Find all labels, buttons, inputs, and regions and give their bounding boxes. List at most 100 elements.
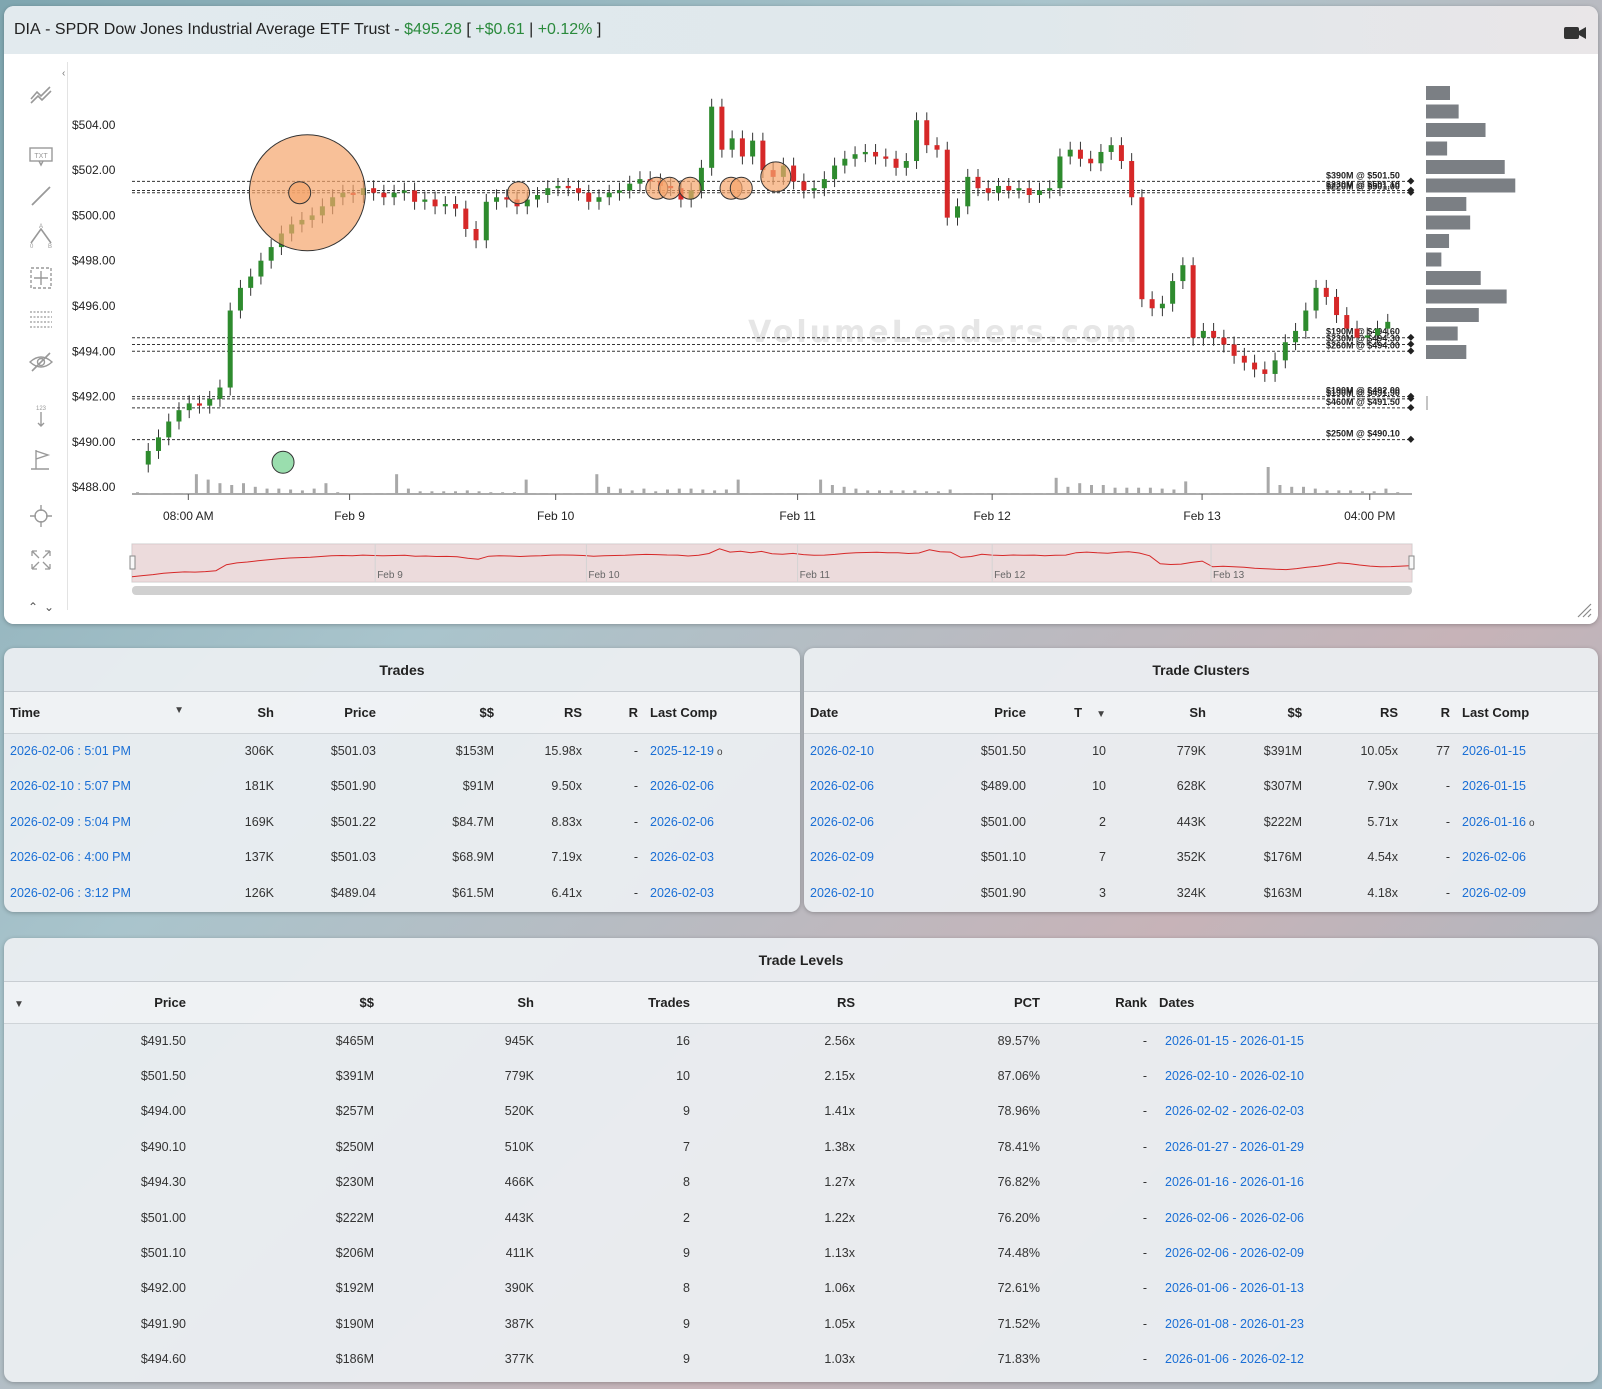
trade-time-link[interactable]: 2026-02-06 : 5:01 PM	[10, 744, 131, 758]
price-cell: $501.90	[330, 779, 376, 794]
cluster-date-link[interactable]: 2026-02-06	[810, 815, 874, 829]
fullscreen-icon[interactable]	[27, 546, 55, 574]
col-dollars[interactable]: $$	[192, 982, 380, 1023]
col-time[interactable]: Time ▼	[4, 692, 190, 733]
table-row[interactable]: $501.10 $206M 411K 9 1.13x 74.48% - 2026-02-06 …	[4, 1235, 1598, 1270]
table-row[interactable]: 2026-02-10 $501.90 3 324K $163M 4.18x -2026-02…	[804, 875, 1598, 911]
last-comp-link[interactable]: 2026-01-15	[1462, 779, 1526, 793]
dates-range-link[interactable]: 2026-02-10 - 2026-02-10	[1165, 1069, 1304, 1083]
table-row[interactable]: 2026-02-10 $501.50 10 779K $391M 10.05x 77 2026…	[804, 733, 1598, 769]
cluster-date-link[interactable]: 2026-02-10	[810, 744, 874, 758]
table-row[interactable]: $501.00 $222M 443K 2 1.22x 76.20% - 2026-02-06 …	[4, 1200, 1598, 1235]
trade-time-link[interactable]: 2026-02-09 : 5:04 PM	[10, 815, 131, 829]
dates-range-link[interactable]: 2026-01-08 - 2026-01-23	[1165, 1317, 1304, 1331]
col-trades[interactable]: Trades	[540, 982, 696, 1023]
line-draw-icon[interactable]	[27, 182, 55, 210]
dates-range-link[interactable]: 2026-02-02 - 2026-02-03	[1165, 1104, 1304, 1118]
col-t[interactable]: T ▼	[1032, 692, 1112, 733]
col-rs[interactable]: RS	[500, 692, 588, 733]
sort-desc-icon[interactable]: ▼	[4, 982, 34, 1023]
rs-cell: 1.13x	[824, 1246, 855, 1261]
dates-range-link[interactable]: 2026-02-06 - 2026-02-06	[1165, 1211, 1304, 1225]
table-row[interactable]: $501.50 $391M 779K 10 2.15x 87.06% - 2026-02-10…	[4, 1058, 1598, 1093]
table-row[interactable]: $494.60 $186M 377K 9 1.03x 71.83% - 2026-01-06 …	[4, 1342, 1598, 1377]
table-row[interactable]: 2026-02-10 : 5:07 PM 181K $501.90 $91M 9.50x…	[4, 769, 800, 805]
table-row[interactable]: $491.50 $465M 945K 16 2.56x 89.57% - 2026-01-15…	[4, 1023, 1598, 1058]
dates-range-link[interactable]: 2026-01-27 - 2026-01-29	[1165, 1140, 1304, 1154]
col-date[interactable]: Date	[804, 692, 904, 733]
col-sh[interactable]: Sh	[1112, 692, 1212, 733]
col-price[interactable]: Price	[34, 982, 192, 1023]
table-row[interactable]: $490.10 $250M 510K 7 1.38x 78.41% - 2026-01-27 …	[4, 1129, 1598, 1164]
col-sh[interactable]: Sh	[380, 982, 540, 1023]
col-price[interactable]: Price	[904, 692, 1032, 733]
table-row[interactable]: 2026-02-09 $501.10 7 352K $176M 4.54x -2026-02…	[804, 840, 1598, 876]
dates-range-link[interactable]: 2026-01-06 - 2026-02-12	[1165, 1352, 1304, 1366]
text-annotation-icon[interactable]: TXT	[27, 142, 55, 170]
hide-drawings-icon[interactable]	[27, 348, 55, 376]
trend-lines-icon[interactable]	[27, 80, 55, 108]
cluster-date-link[interactable]: 2026-02-09	[810, 850, 874, 864]
last-comp-link[interactable]: 2026-02-03	[650, 886, 714, 900]
col-rs[interactable]: RS	[1308, 692, 1404, 733]
table-row[interactable]: 2026-02-06 : 5:01 PM 306K $501.03 $153M 15.9…	[4, 733, 800, 769]
last-comp-link[interactable]: 2026-01-16	[1462, 815, 1526, 829]
table-row[interactable]: $492.00 $192M 390K 8 1.06x 72.61% - 2026-01-06 …	[4, 1271, 1598, 1306]
crosshair-box-icon[interactable]	[27, 264, 55, 292]
candle-down	[586, 192, 592, 202]
last-comp-link[interactable]: 2026-02-09	[1462, 886, 1526, 900]
col-dates[interactable]: Dates	[1153, 982, 1598, 1023]
trade-time-link[interactable]: 2026-02-06 : 4:00 PM	[10, 850, 131, 864]
last-comp-link[interactable]: 2026-02-06	[1462, 850, 1526, 864]
dates-range-link[interactable]: 2026-02-06 - 2026-02-09	[1165, 1246, 1304, 1260]
volume-bar	[701, 489, 705, 494]
col-dollars[interactable]: $$	[1212, 692, 1308, 733]
col-rs[interactable]: RS	[696, 982, 861, 1023]
last-comp-link[interactable]: 2026-02-03	[650, 850, 714, 864]
dates-range-link[interactable]: 2026-01-06 - 2026-01-13	[1165, 1281, 1304, 1295]
collapse-toolbar-icon[interactable]: ‹	[62, 68, 65, 79]
table-row[interactable]: $494.30 $230M 466K 8 1.27x 76.82% - 2026-01-16 …	[4, 1165, 1598, 1200]
col-r[interactable]: R	[588, 692, 644, 733]
col-rank[interactable]: Rank	[1046, 982, 1153, 1023]
table-row[interactable]: 2026-02-06 $501.00 2 443K $222M 5.71x -2026-01…	[804, 804, 1598, 840]
col-sh[interactable]: Sh	[190, 692, 280, 733]
table-row[interactable]: $491.90 $190M 387K 9 1.05x 71.52% - 2026-01-08 …	[4, 1306, 1598, 1341]
last-comp-link[interactable]: 2026-01-15	[1462, 744, 1526, 758]
table-row[interactable]: 2026-02-06 : 4:00 PM 137K $501.03 $68.9M 7.1…	[4, 840, 800, 876]
col-price[interactable]: Price	[280, 692, 382, 733]
resize-handle-icon[interactable]	[1576, 602, 1592, 618]
pattern-abcd-icon[interactable]: 0 B A	[27, 222, 55, 250]
col-pct[interactable]: PCT	[861, 982, 1046, 1023]
chart-area[interactable]: VolumeLeaders.com $504.00 $502.00 $500.00 $4…	[4, 54, 1598, 624]
last-comp-link[interactable]: 2025-12-19	[650, 744, 714, 758]
table-row[interactable]: 2026-02-06 : 3:12 PM 126K $489.04 $61.5M 6.4…	[4, 875, 800, 911]
table-row[interactable]: 2026-02-09 : 5:04 PM 169K $501.22 $84.7M 8.8…	[4, 804, 800, 840]
last-comp-link[interactable]: 2026-02-06	[650, 815, 714, 829]
sort-desc-icon[interactable]: ▼	[1096, 709, 1106, 720]
fib-grid-icon[interactable]	[27, 306, 55, 334]
table-row[interactable]: 2026-02-06 $489.00 10 628K $307M 7.90x -2026-0…	[804, 769, 1598, 805]
table-row[interactable]: $494.00 $257M 520K 9 1.41x 78.96% - 2026-02-02 …	[4, 1094, 1598, 1129]
dates-range-link[interactable]: 2026-01-16 - 2026-01-16	[1165, 1175, 1304, 1189]
col-r[interactable]: R	[1404, 692, 1456, 733]
price-range-icon[interactable]: 123	[27, 402, 55, 430]
flag-marker-icon[interactable]	[27, 446, 55, 474]
last-comp-link[interactable]: 2026-02-06	[650, 779, 714, 793]
video-camera-icon[interactable]	[1564, 26, 1586, 40]
zoom-target-icon[interactable]	[27, 502, 55, 530]
col-dollars[interactable]: $$	[382, 692, 500, 733]
col-last-comp[interactable]: Last Comp	[1456, 692, 1598, 733]
cluster-date-link[interactable]: 2026-02-10	[810, 886, 874, 900]
price-chart[interactable]: VolumeLeaders.com$504.00$502.00$500.00$4…	[4, 54, 1598, 624]
trade-time-link[interactable]: 2026-02-06 : 3:12 PM	[10, 886, 131, 900]
volume-bar	[1196, 493, 1199, 494]
volume-profile-bar	[1426, 178, 1516, 193]
sort-desc-icon[interactable]: ▼	[174, 705, 184, 716]
scroll-arrows[interactable]: ⌃⌄	[28, 600, 60, 614]
dates-range-link[interactable]: 2026-01-15 - 2026-01-15	[1165, 1034, 1304, 1048]
cluster-date-link[interactable]: 2026-02-06	[810, 779, 874, 793]
col-last-comp[interactable]: Last Comp	[644, 692, 800, 733]
trade-time-link[interactable]: 2026-02-10 : 5:07 PM	[10, 779, 131, 793]
trade-level-label: $260M @ $494.00	[1326, 340, 1400, 350]
